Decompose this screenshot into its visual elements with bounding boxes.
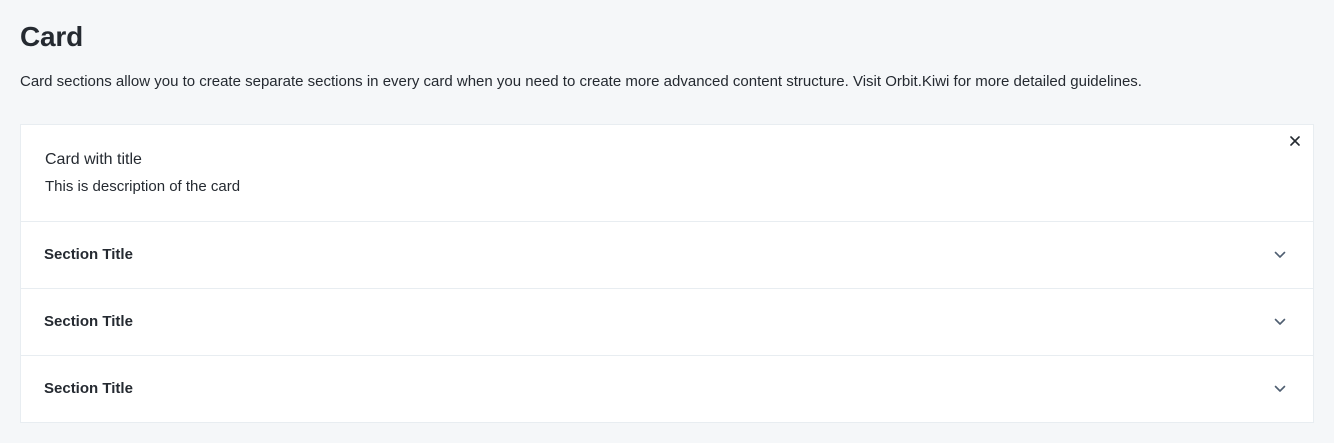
card-header: Card with title This is description of t… (21, 125, 1313, 222)
page: Card Card sections allow you to create s… (0, 0, 1334, 443)
card-section-1[interactable]: Section Title (21, 222, 1313, 289)
page-title: Card (20, 21, 83, 52)
chevron-down-icon (1273, 382, 1287, 396)
card-description: This is description of the card (45, 178, 241, 195)
card-title: Card with title (45, 151, 142, 168)
card-section-2[interactable]: Section Title (21, 289, 1313, 356)
close-button[interactable] (1287, 133, 1303, 149)
chevron-down-icon (1273, 315, 1287, 329)
section-title: Section Title (44, 246, 133, 263)
close-icon (1290, 136, 1300, 146)
chevron-down-icon (1273, 248, 1287, 262)
page-description: Card sections allow you to create separa… (20, 73, 1142, 90)
section-title: Section Title (44, 313, 133, 330)
section-title: Section Title (44, 380, 133, 397)
card-section-3[interactable]: Section Title (21, 356, 1313, 423)
card: Card with title This is description of t… (20, 124, 1314, 423)
